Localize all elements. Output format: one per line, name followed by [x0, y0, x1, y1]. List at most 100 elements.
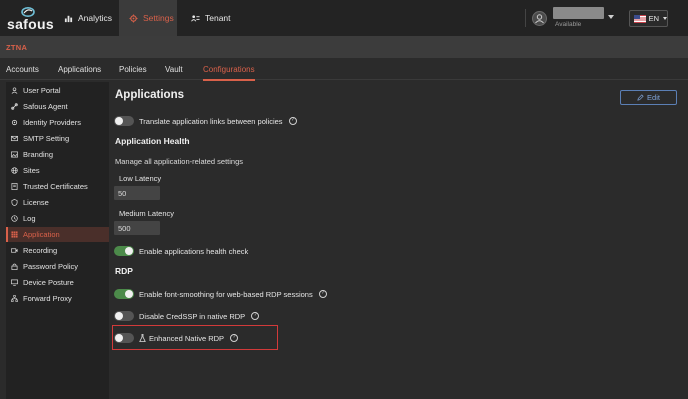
tab-bar: Accounts Applications Policies Vault Con…	[0, 58, 688, 81]
nav-analytics-label: Analytics	[78, 13, 113, 23]
application-health-heading: Application Health	[115, 136, 190, 146]
user-icon	[11, 87, 18, 94]
medium-latency-label: Medium Latency	[119, 209, 175, 218]
application-health-description: Manage all application-related settings	[115, 157, 243, 166]
language-code: EN	[648, 14, 659, 23]
flask-icon	[139, 334, 146, 342]
tab-applications[interactable]: Applications	[58, 58, 101, 80]
grid-icon	[11, 231, 18, 238]
shield-icon	[11, 199, 18, 206]
disable-credssp-row: Disable CredSSP in native RDP ?	[139, 311, 260, 321]
sidebar-item-label: Password Policy	[23, 262, 79, 271]
disable-credssp-label: Disable CredSSP in native RDP	[139, 311, 246, 321]
nav-tenant-label: Tenant	[205, 13, 231, 23]
sidebar-item-label: Recording	[23, 246, 58, 255]
video-icon	[11, 248, 18, 253]
user-name-redacted[interactable]	[553, 7, 604, 19]
sidebar-item-label: License	[23, 198, 49, 207]
mail-icon	[11, 135, 18, 142]
safous-logo[interactable]: safous	[7, 7, 54, 32]
lock-icon	[11, 263, 18, 270]
sidebar-item-user-portal[interactable]: User Portal	[6, 83, 109, 98]
avatar[interactable]	[532, 11, 547, 26]
globe-icon	[11, 167, 18, 174]
sidebar-item-label: Log	[23, 214, 36, 223]
sidebar-item-forward-proxy[interactable]: Forward Proxy	[6, 291, 109, 306]
enhanced-native-rdp-label: Enhanced Native RDP	[149, 333, 225, 343]
topbar-divider	[525, 9, 526, 27]
tab-configurations[interactable]: Configurations	[203, 58, 255, 81]
sidebar-item-label: Safous Agent	[23, 102, 68, 111]
nav-settings[interactable]: Settings	[119, 0, 177, 36]
sidebar-item-trusted-certificates[interactable]: Trusted Certificates	[6, 179, 109, 194]
enhanced-native-rdp-toggle[interactable]	[114, 333, 134, 343]
language-selector[interactable]: EN	[629, 10, 668, 27]
sidebar-item-sites[interactable]: Sites	[6, 163, 109, 178]
us-flag-icon	[634, 14, 646, 23]
certificate-icon	[11, 183, 18, 190]
health-check-toggle[interactable]	[114, 246, 134, 256]
sidebar-item-license[interactable]: License	[6, 195, 109, 210]
enhanced-native-rdp-row: Enhanced Native RDP ?	[139, 333, 239, 343]
sidebar-item-application[interactable]: Application	[6, 227, 109, 242]
help-icon[interactable]: ?	[230, 334, 239, 342]
context-label: ZTNA	[6, 43, 28, 52]
low-latency-input[interactable]: 50	[114, 186, 160, 200]
tenant-icon	[191, 14, 200, 21]
sidebar-item-label: Application	[23, 230, 60, 239]
tab-vault[interactable]: Vault	[165, 58, 183, 80]
nav-analytics[interactable]: Analytics	[58, 0, 114, 36]
sidebar-item-log[interactable]: Log	[6, 211, 109, 226]
translate-links-toggle[interactable]	[114, 116, 134, 126]
edit-button-label: Edit	[647, 93, 660, 102]
language-chevron-down-icon	[663, 17, 667, 20]
gear-icon	[11, 119, 18, 126]
sidebar-item-label: Sites	[23, 166, 40, 175]
medium-latency-input[interactable]: 500	[114, 221, 160, 235]
sidebar-item-smtp-setting[interactable]: SMTP Setting	[6, 131, 109, 146]
nav-tenant[interactable]: Tenant	[187, 0, 237, 36]
user-avatar-icon	[535, 14, 544, 24]
sidebar-item-branding[interactable]: Branding	[6, 147, 109, 162]
sidebar-item-label: Branding	[23, 150, 54, 159]
sidebar-item-label: Device Posture	[23, 278, 74, 287]
edit-button[interactable]: Edit	[620, 90, 677, 105]
font-smoothing-label: Enable font-smoothing for web-based RDP …	[139, 289, 313, 299]
sidebar-item-label: Forward Proxy	[23, 294, 72, 303]
sidebar: User Portal Safous Agent Identity Provid…	[6, 82, 109, 399]
translate-links-label: Translate application links between poli…	[139, 116, 283, 126]
analytics-icon	[64, 15, 73, 22]
tab-accounts[interactable]: Accounts	[6, 58, 39, 80]
network-icon	[11, 295, 18, 302]
help-icon[interactable]: ?	[251, 312, 260, 320]
user-menu-chevron-down-icon[interactable]	[608, 15, 614, 19]
logo-text: safous	[7, 16, 54, 32]
sidebar-item-safous-agent[interactable]: Safous Agent	[6, 99, 109, 114]
gear-icon	[129, 13, 138, 23]
nav-settings-label: Settings	[143, 13, 174, 23]
tab-policies[interactable]: Policies	[119, 58, 147, 80]
sidebar-item-label: User Portal	[23, 86, 61, 95]
page-title: Applications	[115, 89, 185, 101]
help-icon[interactable]: ?	[318, 290, 327, 298]
pencil-icon	[637, 94, 644, 101]
translate-links-row: Translate application links between poli…	[139, 116, 297, 126]
sidebar-item-recording[interactable]: Recording	[6, 243, 109, 258]
clock-icon	[11, 215, 18, 222]
sidebar-item-label: Trusted Certificates	[23, 182, 88, 191]
monitor-icon	[11, 279, 18, 286]
health-check-label: Enable applications health check	[139, 246, 249, 256]
context-band: ZTNA	[0, 36, 688, 58]
sidebar-item-device-posture[interactable]: Device Posture	[6, 275, 109, 290]
sidebar-item-password-policy[interactable]: Password Policy	[6, 259, 109, 274]
font-smoothing-toggle[interactable]	[114, 289, 134, 299]
disable-credssp-toggle[interactable]	[114, 311, 134, 321]
top-navigation-bar: safous Analytics Settings Tenant Availab…	[0, 0, 688, 36]
font-smoothing-row: Enable font-smoothing for web-based RDP …	[139, 289, 327, 299]
user-status: Available	[555, 21, 582, 28]
help-icon[interactable]: ?	[288, 117, 297, 125]
link-icon	[11, 103, 18, 110]
rdp-heading: RDP	[115, 266, 133, 276]
image-icon	[11, 151, 18, 158]
sidebar-item-identity-providers[interactable]: Identity Providers	[6, 115, 109, 130]
